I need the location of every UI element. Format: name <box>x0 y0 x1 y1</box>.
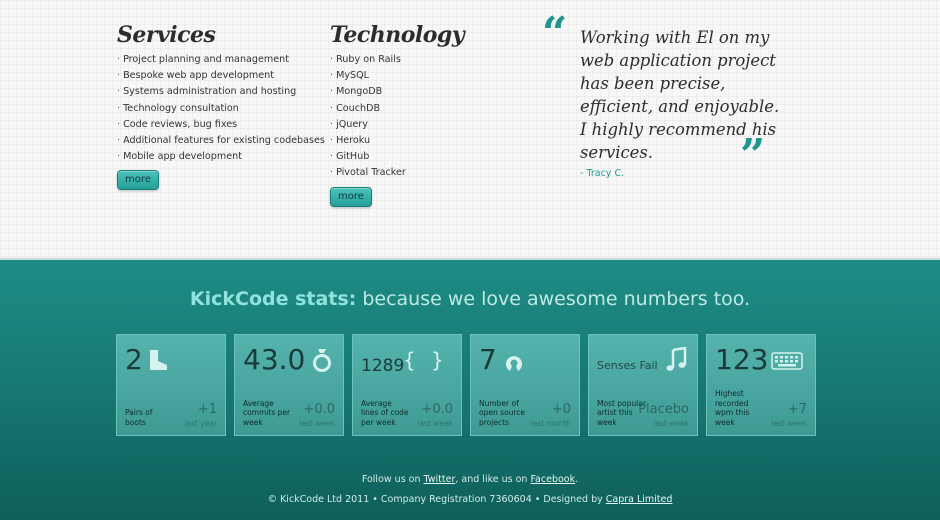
designer-link[interactable]: Capra Limited <box>606 494 673 505</box>
stat-value: +0.0 <box>303 402 335 417</box>
list-item: · MySQL <box>330 70 370 82</box>
music-note-icon <box>665 347 687 373</box>
stat-period: last year <box>184 419 217 428</box>
stat-value: +7 <box>787 402 807 417</box>
list-item: · MongoDB <box>330 86 383 98</box>
technology-title: Technology <box>330 22 465 48</box>
list-item: · CouchDB <box>330 102 381 114</box>
services-title: Services <box>117 22 216 48</box>
stat-label: Average commits per week <box>243 398 291 427</box>
stat-value: +1 <box>197 402 217 417</box>
stats-cards: 2 Pairs of boots +1 last year 43.0 Avera… <box>116 334 826 436</box>
stat-period: last week <box>653 419 689 428</box>
twitter-link[interactable]: Twitter <box>424 474 456 485</box>
copyright-text: © KickCode Ltd 2011 • Company Registrati… <box>267 494 606 505</box>
stat-value: Placebo <box>638 402 689 417</box>
stat-period: last month <box>530 419 571 428</box>
stat-number: 1289 <box>361 356 405 376</box>
testimonial-author: - Tracy C. <box>580 168 625 179</box>
list-item: · Project planning and management <box>117 54 289 65</box>
list-item: · Additional features for existing codeba… <box>117 134 325 146</box>
keyboard-icon <box>771 352 803 370</box>
stat-period: last week <box>771 419 807 428</box>
stat-number: 2 <box>125 343 143 376</box>
stat-card-artist: Senses Fail Most popular artist this wee… <box>588 334 698 436</box>
stat-value: +0 <box>551 402 571 417</box>
boot-icon <box>147 349 171 371</box>
stat-card-lines: 1289 {} Average lines of code per week +… <box>352 334 462 436</box>
top-section: Services · Project planning and managemen… <box>0 0 940 258</box>
list-item: · Bespoke web app development <box>117 70 274 82</box>
stat-card-boots: 2 Pairs of boots +1 last year <box>116 334 226 436</box>
services-column: Services · Project planning and managemen… <box>117 20 325 191</box>
curly-braces-icon: {} <box>403 348 443 372</box>
footer-copyright: © KickCode Ltd 2011 • Company Registrati… <box>0 494 940 505</box>
list-item: · jQuery <box>330 118 368 130</box>
footer-follow: Follow us on Twitter, and like us on Fac… <box>0 474 940 485</box>
open-source-icon <box>503 351 525 373</box>
stats-section: KickCode stats: because we love awesome … <box>0 258 940 520</box>
facebook-link[interactable]: Facebook <box>530 474 575 485</box>
stat-period: last week <box>299 419 335 428</box>
list-item: · Systems administration and hosting <box>117 86 297 98</box>
list-item: · GitHub <box>330 151 370 163</box>
stats-heading-brand: KickCode stats: <box>189 288 357 310</box>
footer-follow-prefix: Follow us on <box>361 474 424 485</box>
list-item: · Code reviews, bug fixes <box>117 118 238 130</box>
footer-follow-suffix: . <box>575 474 579 485</box>
services-more-button[interactable]: more <box>117 170 159 191</box>
open-quote-icon: “ <box>542 8 568 59</box>
stat-number: 43.0 <box>243 343 306 376</box>
stat-number: Senses Fail <box>597 359 658 372</box>
stat-label: Highest recorded wpm this week <box>715 389 750 427</box>
technology-more-button[interactable]: more <box>330 186 372 207</box>
list-item: · Mobile app development <box>117 151 242 163</box>
list-item: · Heroku <box>330 134 371 146</box>
stat-card-wpm: 123 Highest recorded wpm this week +7 la… <box>706 334 816 436</box>
stat-label: Average lines of code per week <box>361 398 409 427</box>
technology-column: Technology · Ruby on Rails · MySQL · MongoD… <box>330 20 520 207</box>
stat-value: +0.0 <box>421 402 453 417</box>
ring-icon <box>311 347 333 373</box>
stat-card-commits: 43.0 Average commits per week +0.0 last … <box>234 334 344 436</box>
svg-text:{: { <box>403 348 416 372</box>
list-item: · Technology consultation <box>117 102 239 114</box>
stat-label: Pairs of boots <box>125 408 153 427</box>
stat-period: last week <box>417 419 453 428</box>
technology-list: · Ruby on Rails · MySQL · MongoDB · CouchDB … <box>330 52 520 182</box>
stats-heading: KickCode stats: because we love awesome … <box>0 288 940 310</box>
stats-heading-text: because we love awesome numbers too. <box>356 288 751 310</box>
stat-number: 123 <box>715 343 769 376</box>
stat-card-open-source: 7 Number of open source projects +0 last… <box>470 334 580 436</box>
stat-label: Number of open source projects <box>479 398 526 427</box>
list-item: · Pivotal Tracker <box>330 167 406 179</box>
stat-number: 7 <box>479 343 497 376</box>
svg-text:}: } <box>431 348 443 372</box>
close-quote-icon: ” <box>740 130 766 181</box>
services-list: · Project planning and management · Bespok… <box>117 52 325 165</box>
list-item: · Ruby on Rails <box>330 54 401 65</box>
footer-follow-middle: , and like us on <box>455 474 531 485</box>
